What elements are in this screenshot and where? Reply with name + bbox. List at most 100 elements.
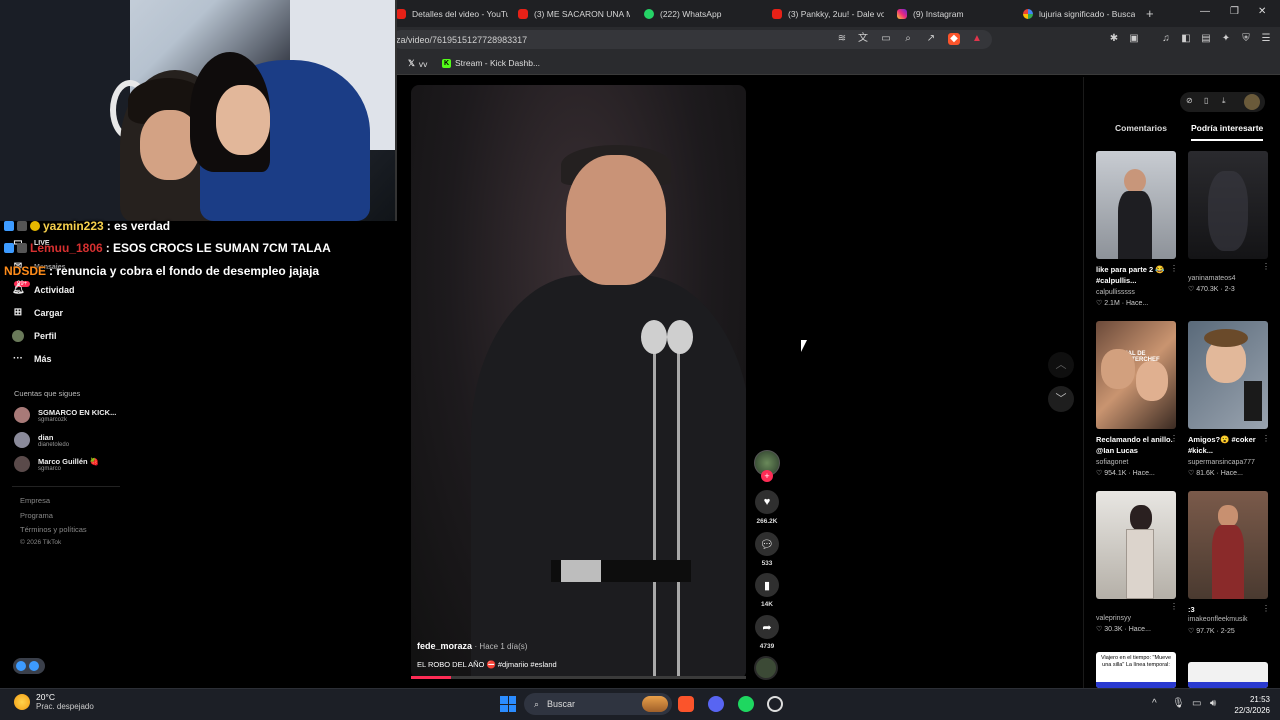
sidebar-item-more[interactable]: ··· Más <box>12 353 52 365</box>
footer-link[interactable]: Términos y políticas <box>20 525 87 534</box>
tab-comments[interactable]: Comentarios <box>1115 123 1167 133</box>
menu-icon[interactable]: ☰ <box>1260 33 1272 45</box>
following-item[interactable]: SGMARCO EN KICK... sgmarcozk <box>14 407 116 423</box>
tab-search-icon[interactable]: ▣ <box>1128 33 1140 45</box>
thumb-hair <box>1130 505 1152 531</box>
more-icon[interactable]: ⋮ <box>1170 434 1178 443</box>
more-icon[interactable]: ⋮ <box>1170 602 1178 611</box>
recommended-thumbnail[interactable] <box>1096 151 1176 259</box>
translate-icon[interactable]: 文 <box>857 33 869 45</box>
vpn-icon[interactable]: ⛨ <box>1240 33 1252 45</box>
recommended-thumbnail[interactable] <box>1188 662 1268 688</box>
burger-icon[interactable] <box>642 696 668 712</box>
weather-widget[interactable]: 20°C Prac. despejado <box>14 692 94 711</box>
browser-tab[interactable]: (3) Pankky, 2uu! - Dale vol <box>772 4 884 24</box>
profile-icon <box>12 330 24 342</box>
thumb-figure <box>1126 529 1154 599</box>
chevron-down-icon[interactable]: ﹀ <box>1048 386 1074 412</box>
chevron-up-icon[interactable]: ︿ <box>1048 352 1074 378</box>
minimize-icon[interactable]: — <box>1200 6 1210 17</box>
like-button[interactable]: ♥ 266.2K <box>755 490 779 525</box>
thumb-user[interactable]: calpullisssss <box>1096 289 1176 296</box>
microphone-icon[interactable]: 🎙︎ <box>1172 698 1185 709</box>
share-button[interactable]: ➦ 4739 <box>755 615 779 650</box>
recommended-thumbnail[interactable] <box>1188 491 1268 599</box>
follow-plus-icon[interactable]: + <box>761 470 773 482</box>
thumb-caption[interactable]: Reclamando el anillo. @Ian Lucas <box>1096 434 1176 456</box>
recommended-thumbnail[interactable] <box>1096 491 1176 599</box>
more-icon[interactable]: ⋮ <box>1262 604 1270 613</box>
download-icon[interactable]: ⤓ <box>1222 96 1226 106</box>
bookmark-item[interactable]: 𝕏vv <box>408 58 427 69</box>
brave-shield-icon[interactable]: ◆ <box>948 33 960 45</box>
music-disc-icon[interactable] <box>754 656 778 680</box>
browser-tab[interactable]: (9) Instagram <box>897 4 1009 24</box>
steam-icon[interactable] <box>767 696 783 712</box>
music-icon[interactable]: ♫ <box>1160 33 1172 45</box>
chevron-up-icon[interactable]: ^ <box>1152 698 1157 709</box>
share-icon: ➦ <box>755 615 779 639</box>
browser-tab[interactable]: lujuria significado - Busca <box>1023 4 1135 24</box>
more-icon[interactable]: ⋮ <box>1262 434 1270 443</box>
mute-icon[interactable]: ≋ <box>836 33 848 45</box>
volume-icon[interactable]: 🔊︎ <box>1210 698 1216 709</box>
bookmark-button[interactable]: ▮ 14K <box>755 573 779 608</box>
bookmark-item[interactable]: K Stream - Kick Dashb... <box>442 58 540 68</box>
thumb-user[interactable]: imakeonfleekmusik <box>1188 616 1268 623</box>
youtube-icon <box>396 9 406 19</box>
browser-tab[interactable]: (3) ME SACARON UNA M <box>518 4 630 24</box>
brave-rewards-icon[interactable]: ▲ <box>971 33 983 45</box>
browser-tab[interactable]: Detalles del video - YouTu <box>396 4 508 24</box>
following-item[interactable]: Marco Guillén 🍓 sgmarco <box>14 456 99 472</box>
compass-icon[interactable]: ⊘ <box>1186 96 1193 105</box>
wallet-icon[interactable]: ▤ <box>1200 33 1212 45</box>
following-handle: sgmarcozk <box>38 416 68 423</box>
windows-start-icon[interactable] <box>500 696 516 712</box>
comment-button[interactable]: 💬︎ 533 <box>755 532 779 567</box>
following-name: dian <box>38 432 54 442</box>
network-icon[interactable]: ▭ <box>1192 698 1201 709</box>
following-item[interactable]: dian dianetoledo <box>14 432 69 448</box>
video-player[interactable] <box>411 85 746 679</box>
recommended-thumbnail[interactable]: FINAL DE MASTERCHEF <box>1096 321 1176 429</box>
thumb-face <box>1218 505 1238 527</box>
brave-icon[interactable] <box>678 696 694 712</box>
thumb-user[interactable]: sofiagonet <box>1096 459 1176 466</box>
cast-icon[interactable]: ▭ <box>880 33 892 45</box>
maximize-icon[interactable]: ❐ <box>1230 6 1239 17</box>
leo-icon[interactable]: ✦ <box>1220 33 1232 45</box>
sidebar-icon[interactable]: ◧ <box>1180 33 1192 45</box>
video-author[interactable]: fede_moraza · Hace 1 día(s) <box>417 641 527 651</box>
avatar[interactable] <box>1244 94 1260 110</box>
thumb-caption[interactable]: :3 <box>1188 604 1268 615</box>
spotify-icon[interactable] <box>738 696 754 712</box>
recommended-thumbnail[interactable] <box>1188 321 1268 429</box>
thumb-caption[interactable]: Amigos?😮 #coker #kick... <box>1188 434 1268 456</box>
discord-icon[interactable] <box>708 696 724 712</box>
sidebar-item-profile[interactable]: Perfil <box>12 330 57 342</box>
thumb-caption[interactable]: like para parte 2 😂 #calpullis... <box>1096 264 1176 286</box>
video-progress-bar[interactable] <box>411 676 746 679</box>
more-icon[interactable]: ⋮ <box>1170 264 1178 273</box>
footer-link[interactable]: Empresa <box>20 496 50 505</box>
extensions-icon[interactable]: ✱ <box>1108 33 1120 45</box>
url-text[interactable]: za/video/7619515127728983317 <box>396 35 527 45</box>
thumb-user[interactable]: supermansincapa777 <box>1188 459 1268 466</box>
recommended-thumbnail[interactable] <box>1188 151 1268 259</box>
sidebar-item-upload[interactable]: ⊞ Cargar <box>12 307 63 319</box>
close-icon[interactable]: ✕ <box>1258 6 1266 17</box>
thumb-user[interactable]: yaninamateos4 <box>1188 275 1268 282</box>
system-clock[interactable]: 21:53 22/3/2026 <box>1226 694 1270 716</box>
recommended-thumbnail[interactable]: Viajero en el tiempo: "Mueve una silla" … <box>1096 652 1176 688</box>
more-icon[interactable]: ⋮ <box>1262 262 1270 271</box>
new-tab-button[interactable]: + <box>1146 6 1154 21</box>
share-icon[interactable]: ↗ <box>925 33 937 45</box>
footer-link[interactable]: Programa <box>20 511 53 520</box>
tab-recommended[interactable]: Podría interesarte <box>1191 123 1264 141</box>
browser-tab[interactable]: (222) WhatsApp <box>644 4 756 24</box>
thumb-user[interactable]: valeprinsyy <box>1096 615 1176 622</box>
zoom-icon[interactable]: ⌕ <box>902 33 914 45</box>
phone-icon[interactable]: ▯ <box>1204 96 1208 105</box>
sidebar-item-activity[interactable]: 🔔︎ Actividad <box>12 284 75 296</box>
chat-widget-icon[interactable] <box>13 658 45 674</box>
